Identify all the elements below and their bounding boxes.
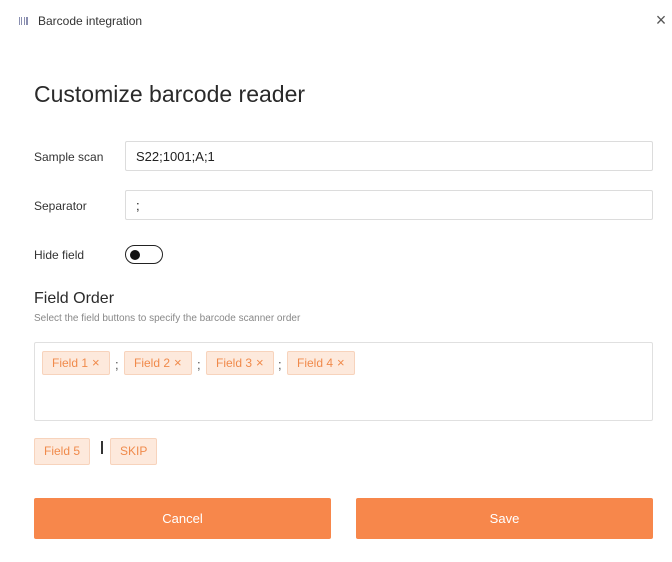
sample-scan-label: Sample scan <box>34 150 104 164</box>
remove-icon[interactable]: × <box>92 355 100 370</box>
field-5-button[interactable]: Field 5 <box>34 438 91 465</box>
chip-label: Field 2 <box>134 356 171 370</box>
order-separator: ; <box>197 357 201 372</box>
close-icon[interactable]: × <box>651 10 671 30</box>
chip-label: Field 3 <box>216 356 253 370</box>
title-bar: Barcode integration × <box>0 0 672 44</box>
hide-field-label: Hide field <box>34 248 85 262</box>
sample-scan-input[interactable] <box>125 141 653 171</box>
barcode-settings-icon <box>19 17 28 25</box>
selected-field-chip[interactable]: Field 1 × <box>42 351 110 375</box>
selected-field-chip[interactable]: Field 2 × <box>124 351 192 375</box>
cancel-button[interactable]: Cancel <box>34 498 331 539</box>
hide-field-toggle[interactable] <box>125 245 163 264</box>
page-title: Customize barcode reader <box>34 81 306 107</box>
text-cursor <box>101 441 103 454</box>
remove-icon[interactable]: × <box>174 355 182 370</box>
save-button[interactable]: Save <box>356 498 653 539</box>
field-order-subtitle: Select the field buttons to specify the … <box>34 313 301 324</box>
remove-icon[interactable]: × <box>256 355 264 370</box>
selected-field-chip[interactable]: Field 3 × <box>206 351 274 375</box>
toggle-knob <box>130 249 140 260</box>
chip-label: Field 4 <box>297 356 334 370</box>
field-order-title: Field Order <box>34 290 115 307</box>
separator-label: Separator <box>34 199 87 213</box>
separator-input[interactable] <box>125 190 653 220</box>
selected-field-chip[interactable]: Field 4 × <box>287 351 355 375</box>
order-separator: ; <box>278 357 282 372</box>
order-separator: ; <box>115 357 119 372</box>
skip-button[interactable]: SKIP <box>110 438 158 465</box>
dialog-window: Barcode integration × Customize barcode … <box>0 0 672 562</box>
remove-icon[interactable]: × <box>337 355 345 370</box>
chip-label: Field 1 <box>52 356 89 370</box>
window-title: Barcode integration <box>38 14 143 28</box>
